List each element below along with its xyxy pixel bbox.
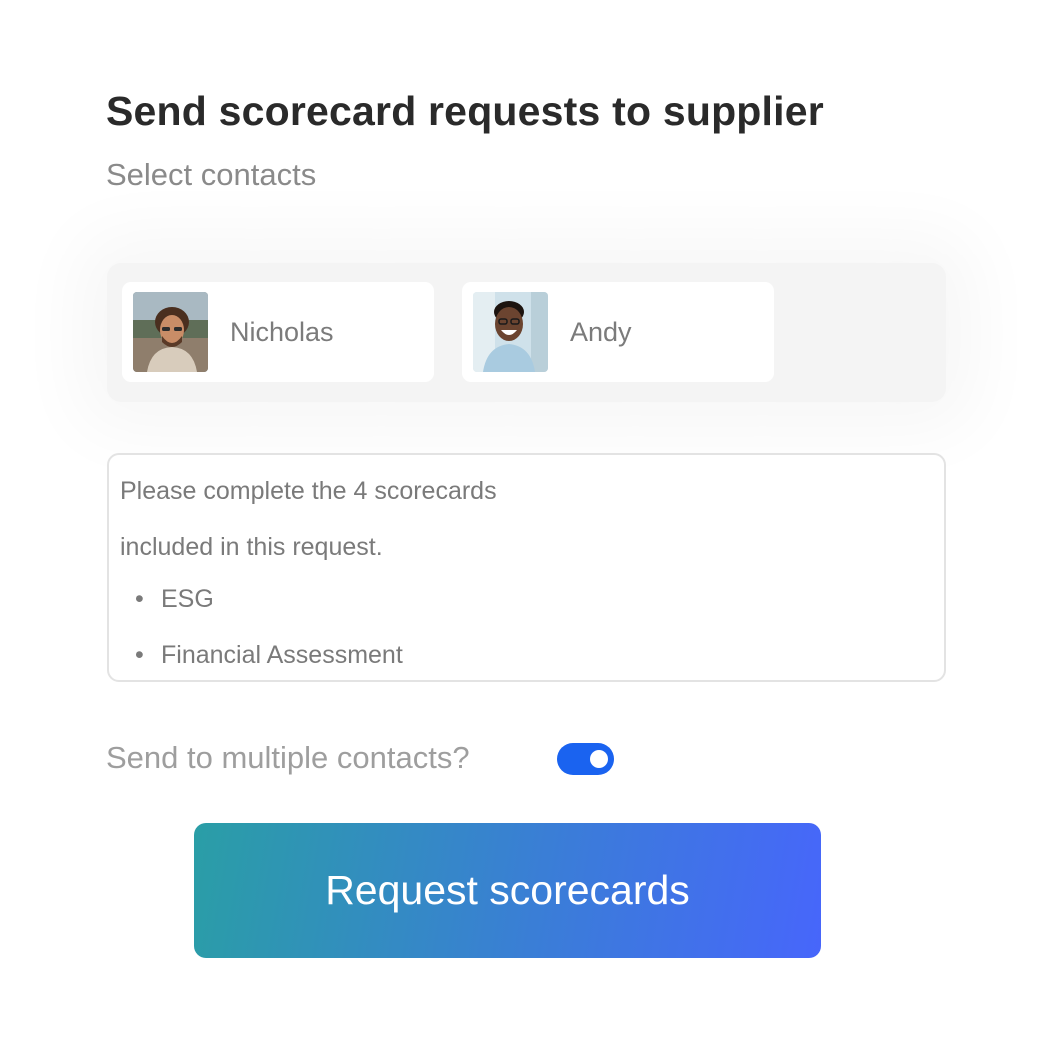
section-subtitle: Select contacts [106,157,317,192]
message-line: included in this request. [120,533,383,561]
list-item: • ESG [135,585,214,614]
contact-name: Andy [570,317,632,347]
avatar-photo-icon [133,292,208,372]
avatar [473,292,548,372]
multiple-contacts-toggle[interactable] [557,743,614,775]
message-textarea[interactable]: Please complete the 4 scorecards include… [107,453,946,682]
bullet-text: Financial Assessment [161,641,403,669]
contacts-panel: Nicholas Andy [107,263,946,402]
multiple-contacts-label: Send to multiple contacts? [106,740,470,775]
contact-chip-nicholas[interactable]: Nicholas [122,282,434,382]
avatar [133,292,208,372]
bullet-icon: • [135,641,144,669]
page-title: Send scorecard requests to supplier [106,88,824,134]
bullet-text: ESG [161,585,214,613]
scorecard-request-card: Send scorecard requests to supplier Sele… [0,0,1037,1048]
avatar-photo-icon [473,292,548,372]
toggle-knob [590,750,608,768]
message-line: Please complete the 4 scorecards [120,477,497,505]
request-scorecards-button[interactable]: Request scorecards [194,823,821,958]
list-item: • Financial Assessment [135,641,403,670]
contact-chip-andy[interactable]: Andy [462,282,774,382]
contact-name: Nicholas [230,317,334,347]
bullet-icon: • [135,585,144,613]
